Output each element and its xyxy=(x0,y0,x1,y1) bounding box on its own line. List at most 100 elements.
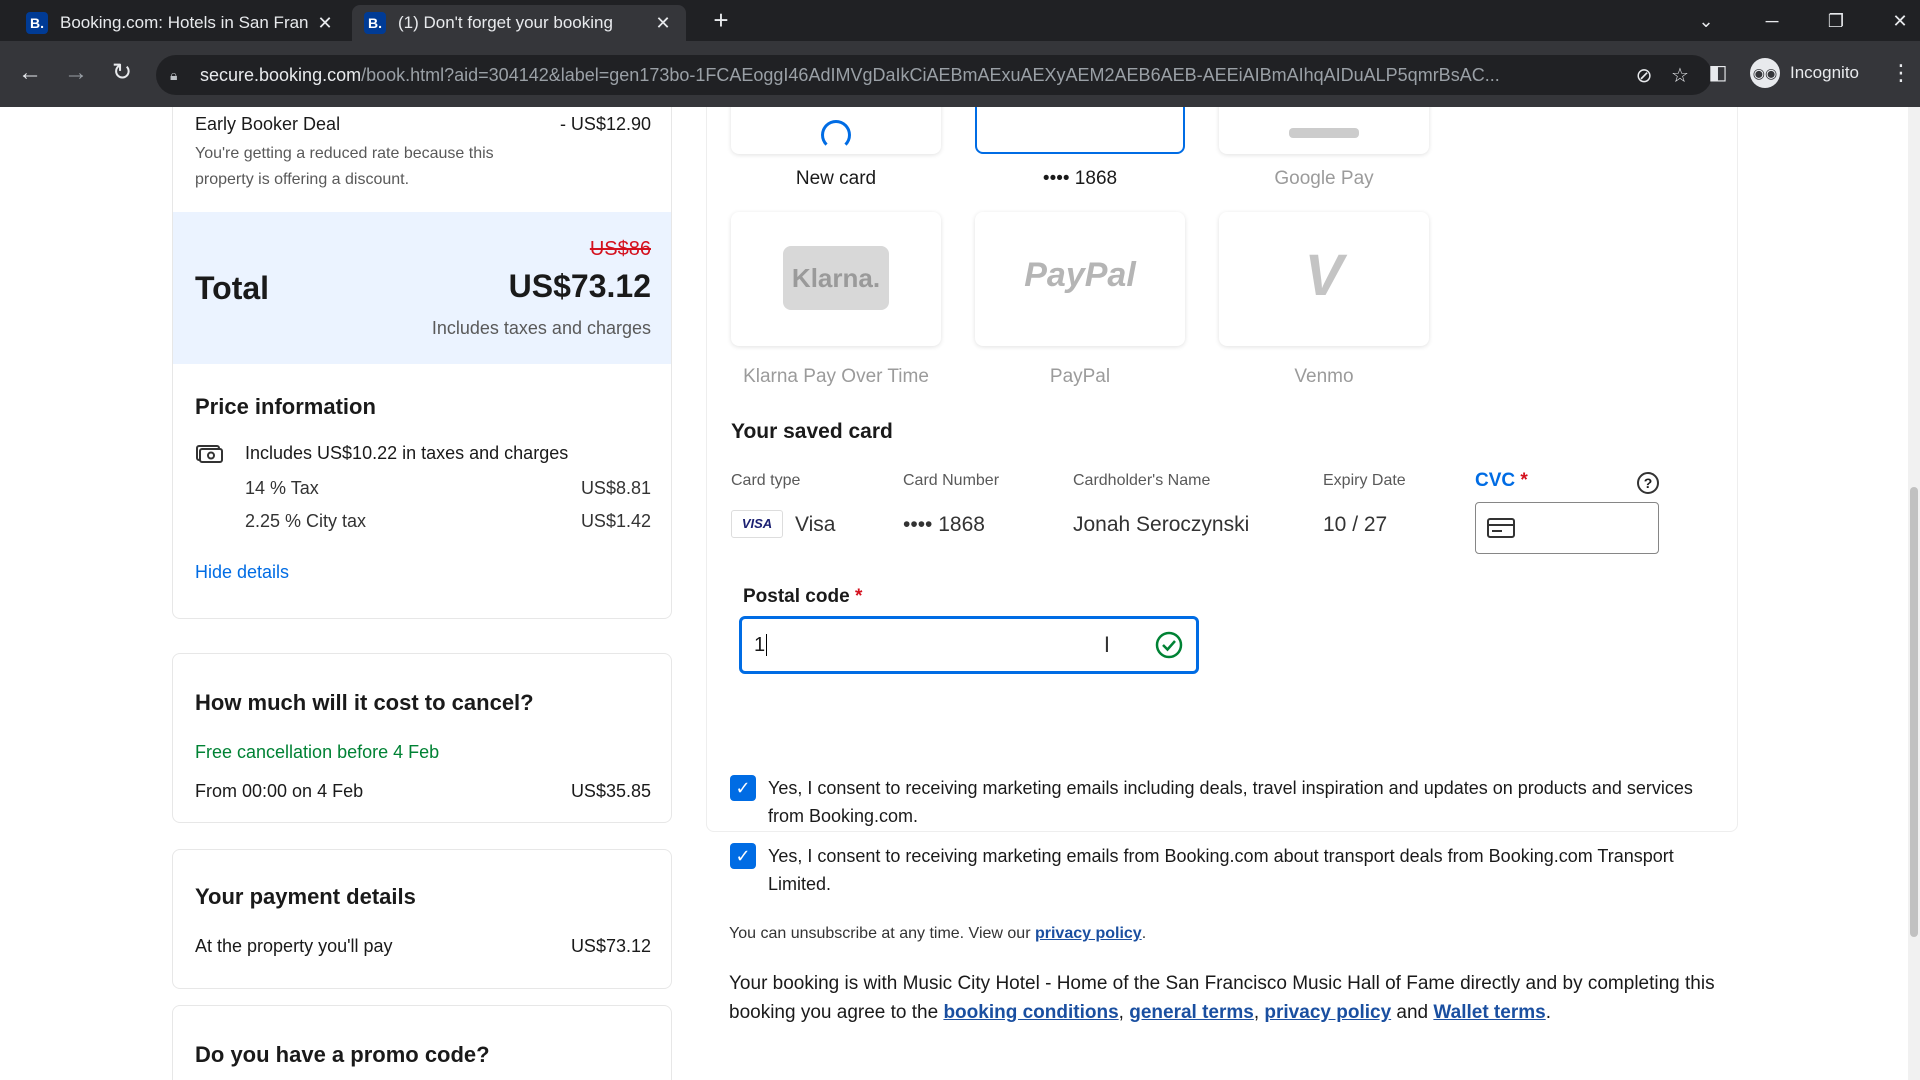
incognito-icon: ◉◉ xyxy=(1750,58,1780,88)
cancellation-card: How much will it cost to cancel? Free ca… xyxy=(172,653,672,823)
lock-icon: 🔒︎ xyxy=(170,66,178,83)
early-booker-amount: - US$12.90 xyxy=(559,114,651,134)
expiry-date-header: Expiry Date xyxy=(1323,472,1406,489)
price-information-section: Price information Includes US$10.22 in t… xyxy=(195,394,651,583)
total-note: Includes taxes and charges xyxy=(431,318,651,338)
unsubscribe-note: You can unsubscribe at any time. View ou… xyxy=(729,925,1147,942)
paypal-tile[interactable]: PayPal xyxy=(975,212,1185,346)
valid-check-icon xyxy=(1155,631,1183,659)
promo-code-card: Do you have a promo code? xyxy=(172,1005,672,1080)
page-content: Early Booker Deal - US$12.90 You're gett… xyxy=(0,107,1920,1080)
transport-consent-text: Yes, I consent to receiving marketing em… xyxy=(768,846,1674,894)
pay-at-property-amount: US$73.12 xyxy=(570,936,651,956)
scrollbar-thumb[interactable] xyxy=(1910,487,1918,937)
google-pay-logo-icon xyxy=(1289,128,1359,138)
early-booker-section: Early Booker Deal - US$12.90 You're gett… xyxy=(195,114,651,193)
venmo-label: Venmo xyxy=(1294,366,1354,387)
marketing-consent-text: Yes, I consent to receiving marketing em… xyxy=(768,778,1693,826)
close-window-icon[interactable]: ✕ xyxy=(1880,6,1920,36)
tab-booking-hotels[interactable]: B. Booking.com: Hotels in San Fran ✕ xyxy=(14,5,348,41)
new-tab-button[interactable]: + xyxy=(704,6,738,36)
terms-privacy-policy-link[interactable]: privacy policy xyxy=(1264,1002,1391,1023)
tab-title: Booking.com: Hotels in San Fran xyxy=(60,13,309,32)
tax-line-label: 14 % Tax xyxy=(245,478,319,498)
page-scrollbar[interactable] xyxy=(1908,107,1920,1080)
price-information-title: Price information xyxy=(195,394,376,419)
cancel-fee-label: From 00:00 on 4 Feb xyxy=(195,781,364,801)
saved-card-tile[interactable] xyxy=(975,107,1185,154)
cancellation-title: How much will it cost to cancel? xyxy=(195,690,534,715)
new-card-icon xyxy=(821,120,851,150)
promo-code-title[interactable]: Do you have a promo code? xyxy=(195,1042,490,1068)
kebab-menu-icon[interactable]: ⋮ xyxy=(1890,55,1912,91)
general-terms-link[interactable]: general terms xyxy=(1129,1002,1254,1023)
klarna-label: Klarna Pay Over Time xyxy=(743,366,929,387)
browser-tab-bar: B. Booking.com: Hotels in San Fran ✕ B. … xyxy=(0,0,1920,41)
side-panel-icon[interactable]: ◧ xyxy=(1700,55,1736,91)
early-booker-note: You're getting a reduced rate because th… xyxy=(195,145,494,188)
cardholder-name-value: Jonah Seroczynski xyxy=(1073,513,1250,536)
payment-details-card: Your payment details At the property you… xyxy=(172,849,672,989)
paypal-label: PayPal xyxy=(1049,366,1111,387)
free-cancellation-text: Free cancellation before 4 Feb xyxy=(195,742,440,762)
tax-line-amount: US$8.81 xyxy=(580,478,651,498)
google-pay-label: Google Pay xyxy=(1274,168,1374,189)
visa-logo-icon: VISA xyxy=(731,510,783,538)
old-price: US$86 xyxy=(589,238,651,260)
close-tab-icon[interactable]: ✕ xyxy=(652,13,674,34)
cvc-input[interactable] xyxy=(1475,502,1659,554)
new-card-tile[interactable] xyxy=(731,107,941,154)
hide-details-link[interactable]: Hide details xyxy=(195,562,651,583)
venmo-logo-icon: V xyxy=(1304,243,1344,308)
privacy-policy-link[interactable]: privacy policy xyxy=(1035,925,1142,942)
pay-at-property-label: At the property you'll pay xyxy=(195,936,393,956)
back-arrow-icon[interactable]: ← xyxy=(12,55,48,91)
help-icon[interactable]: ? xyxy=(1637,472,1659,494)
postal-code-input[interactable]: 1 I xyxy=(739,616,1199,674)
payment-panel: New card •••• 1868 Google Pay Klarna. Pa… xyxy=(706,107,1738,832)
minimize-icon[interactable]: ─ xyxy=(1752,6,1792,36)
paypal-logo-icon: PayPal xyxy=(1024,256,1136,294)
total-price: US$73.12 xyxy=(508,268,651,304)
price-summary-card: Early Booker Deal - US$12.90 You're gett… xyxy=(172,107,672,619)
payment-details-title: Your payment details xyxy=(195,884,416,909)
taxes-included-text: Includes US$10.22 in taxes and charges xyxy=(245,442,569,463)
klarna-logo-icon: Klarna. xyxy=(783,246,889,310)
tab-dont-forget-booking[interactable]: B. (1) Don't forget your booking ✕ xyxy=(352,5,686,41)
url-text[interactable]: secure.booking.com/book.html?aid=304142&… xyxy=(200,65,1626,86)
tab-search-icon[interactable]: ⌄ xyxy=(1686,6,1726,36)
transport-consent-checkbox[interactable]: ✓ xyxy=(730,843,756,869)
restore-icon[interactable]: ❐ xyxy=(1816,6,1856,36)
star-icon[interactable]: ☆ xyxy=(1662,63,1698,88)
booking-favicon-icon: B. xyxy=(26,12,48,34)
venmo-tile[interactable]: V xyxy=(1219,212,1429,346)
postal-code-value: 1 xyxy=(754,633,768,656)
saved-card-label: •••• 1868 xyxy=(1042,168,1118,189)
booking-conditions-link[interactable]: booking conditions xyxy=(943,1002,1118,1023)
incognito-badge[interactable]: ◉◉ Incognito xyxy=(1750,55,1859,91)
new-card-label: New card xyxy=(795,168,877,189)
booking-terms-text: Your booking is with Music City Hotel - … xyxy=(729,973,1715,1023)
browser-toolbar: ← → ↻ 🔒︎ secure.booking.com/book.html?ai… xyxy=(0,41,1920,107)
total-label: Total xyxy=(195,270,270,306)
close-tab-icon[interactable]: ✕ xyxy=(314,13,336,34)
marketing-consent-checkbox[interactable]: ✓ xyxy=(730,775,756,801)
early-booker-label: Early Booker Deal xyxy=(195,114,341,134)
card-number-header: Card Number xyxy=(903,472,1000,489)
text-cursor-icon: I xyxy=(1103,632,1110,657)
google-pay-tile[interactable] xyxy=(1219,107,1429,154)
forward-arrow-icon[interactable]: → xyxy=(58,55,94,91)
booking-favicon-icon: B. xyxy=(364,12,386,34)
city-tax-line-label: 2.25 % City tax xyxy=(245,511,367,531)
eye-off-icon[interactable]: ⊘ xyxy=(1626,63,1662,88)
reload-icon[interactable]: ↻ xyxy=(104,55,140,91)
cardholder-name-header: Cardholder's Name xyxy=(1073,472,1211,489)
card-type-value: Visa xyxy=(795,513,836,536)
klarna-tile[interactable]: Klarna. xyxy=(731,212,941,346)
cvc-label: CVC * xyxy=(1475,470,1528,491)
address-bar[interactable]: 🔒︎ secure.booking.com/book.html?aid=3041… xyxy=(156,55,1712,95)
postal-code-label: Postal code * xyxy=(743,586,863,607)
total-section: US$86 Total US$73.12 Includes taxes and … xyxy=(173,212,671,364)
city-tax-line-amount: US$1.42 xyxy=(580,511,651,531)
wallet-terms-link[interactable]: Wallet terms xyxy=(1433,1002,1545,1023)
